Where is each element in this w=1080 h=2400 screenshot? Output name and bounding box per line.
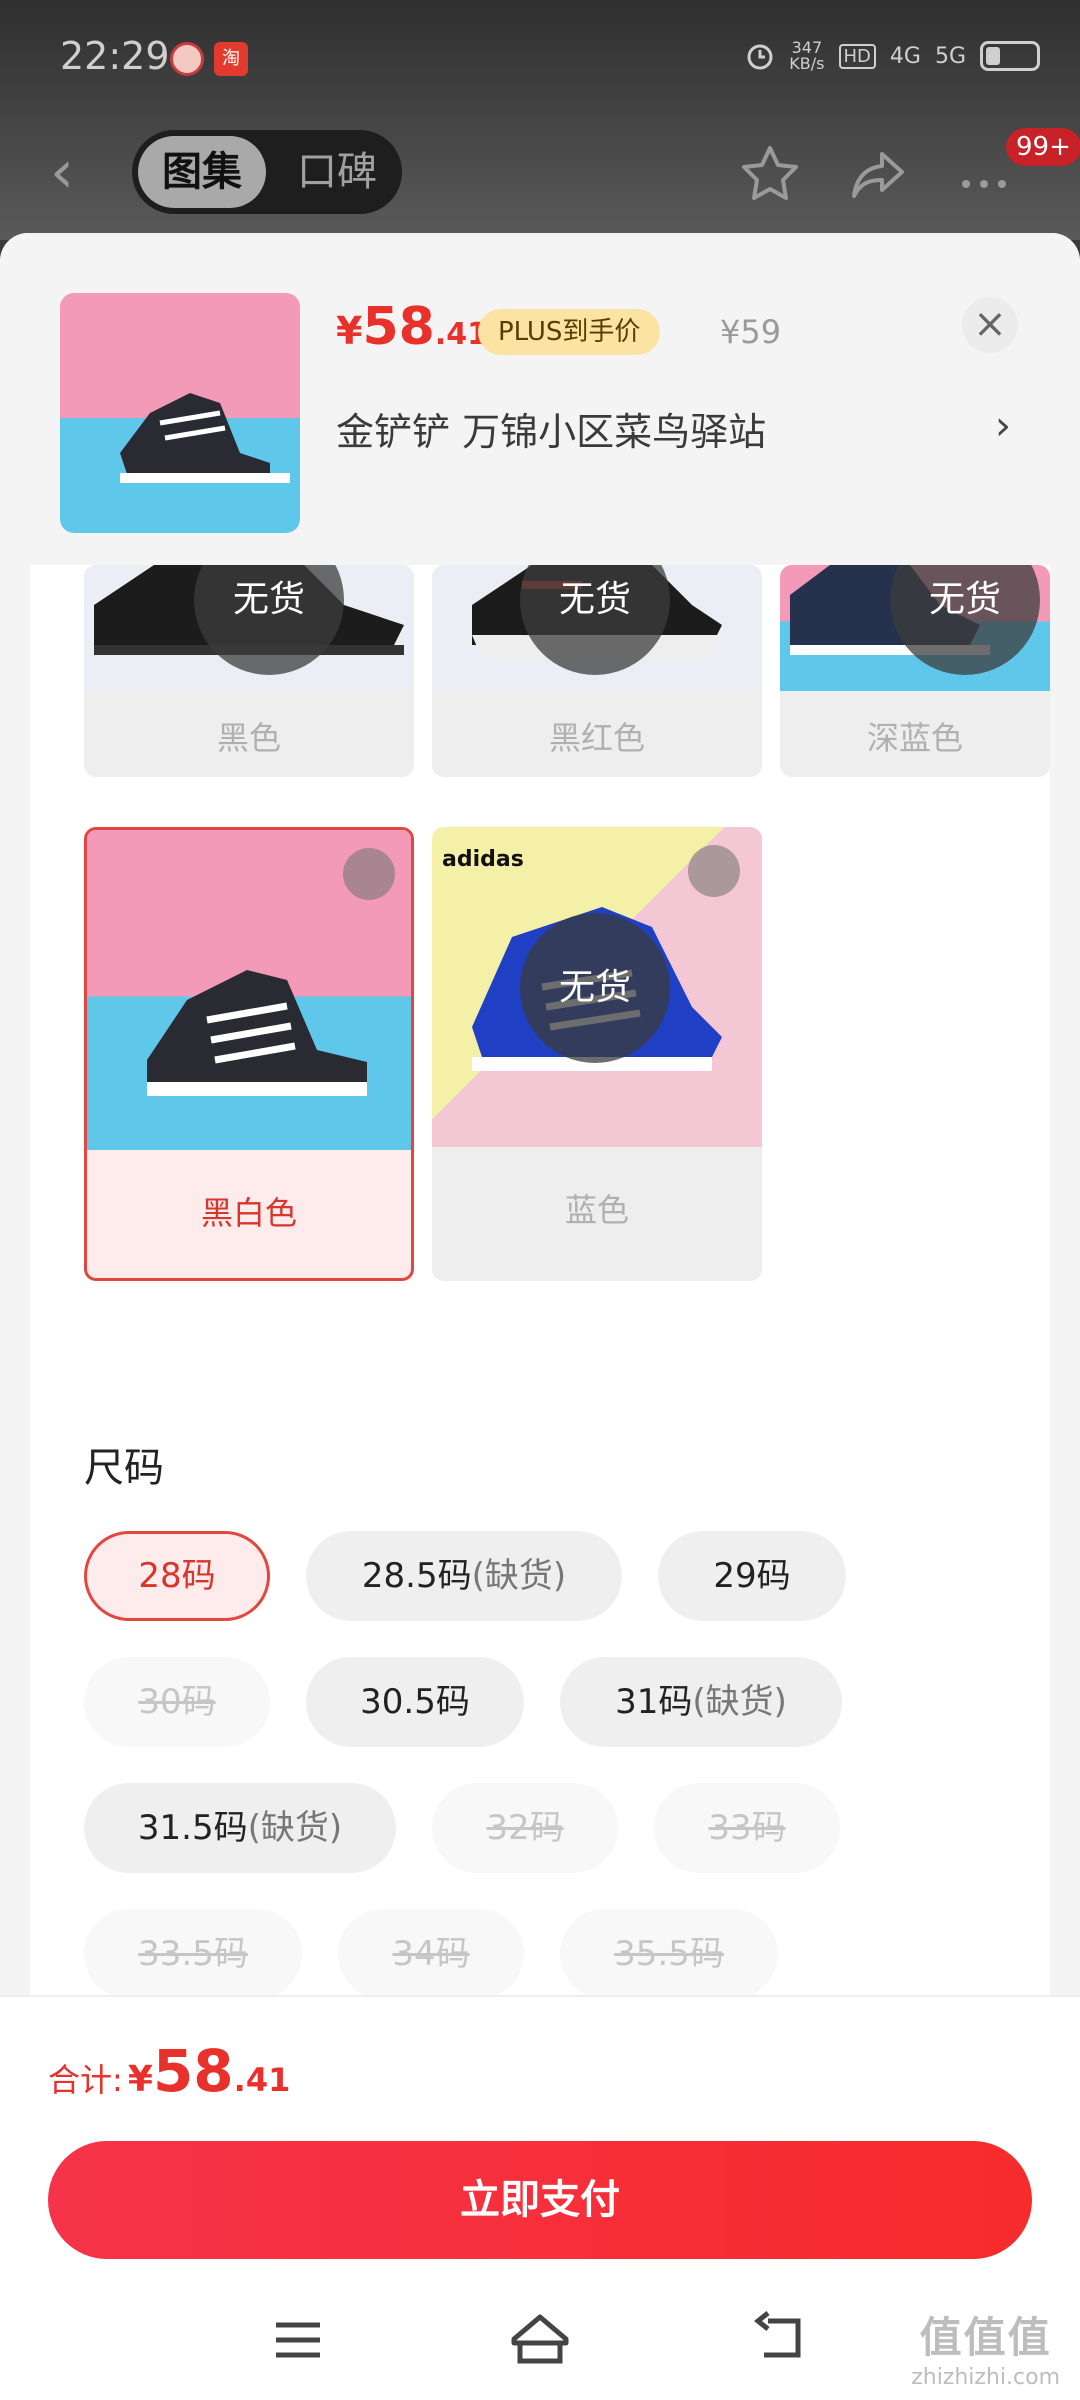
size-chip[interactable]: 31.5码(缺货) (84, 1783, 396, 1873)
color-label: 深蓝色 (866, 719, 963, 757)
size-chip: 33.5码 (84, 1909, 302, 1995)
chevron-right-icon[interactable]: › (995, 403, 1011, 449)
sku-sheet: ¥58.41 PLUS到手价 ¥59 × 金铲铲 万锦小区菜鸟驿站 › 无货 黑… (0, 233, 1080, 2000)
expand-icon[interactable] (688, 845, 740, 897)
network-5g: 5G (934, 43, 966, 69)
clock: 22:29 (60, 34, 170, 78)
status-icons: 347 KB/s HD 4G 5G (745, 40, 1040, 72)
size-chip[interactable]: 28.5码(缺货) (306, 1531, 622, 1621)
color-option-black-white[interactable]: 黑白色 (84, 827, 414, 1281)
battery-icon (980, 41, 1040, 71)
tab-gallery[interactable]: 图集 (138, 136, 266, 208)
tab-reviews[interactable]: 口碑 (282, 136, 392, 208)
network-speed: 347 KB/s (789, 38, 825, 73)
color-option-navy[interactable]: 无货 深蓝色 (780, 565, 1050, 777)
pay-now-button[interactable]: 立即支付 (48, 2141, 1032, 2259)
watermark: 值值值 zhizhizhi.com (911, 2313, 1060, 2390)
color-option-blue[interactable]: adidas 无货 蓝色 (432, 827, 762, 1281)
app-notification-icon (170, 42, 204, 76)
taobao-notification-icon: 淘 (214, 42, 248, 76)
menu-icon[interactable] (268, 2315, 328, 2365)
size-chip: 33码 (654, 1783, 840, 1873)
size-chip: 35.5码 (560, 1909, 778, 1995)
size-chip[interactable]: 28码 (84, 1531, 270, 1621)
shoe-image (120, 393, 290, 483)
size-chip[interactable]: 29码 (658, 1531, 846, 1621)
home-icon[interactable] (508, 2311, 572, 2367)
message-badge: 99+ (1006, 128, 1080, 166)
back-nav-icon[interactable] (750, 2311, 814, 2367)
size-chip: 30码 (84, 1657, 270, 1747)
options-panel: 无货 黑色 无货 黑红色 无货 深蓝色 黑白色 adidas 无货 蓝色 尺码 … (30, 565, 1050, 1995)
size-chip[interactable]: 31码(缺货) (560, 1657, 842, 1747)
color-option-black-red[interactable]: 无货 黑红色 (432, 565, 762, 777)
total-price: 合计: ¥58.41 (48, 2037, 291, 2105)
delivery-address[interactable]: 金铲铲 万锦小区菜鸟驿站 (336, 401, 766, 456)
current-price: ¥58.41 (336, 297, 488, 357)
plus-price-badge: PLUS到手价 (478, 309, 661, 355)
top-nav: ‹ 图集 口碑 (0, 120, 1080, 230)
color-label: 蓝色 (564, 1191, 629, 1229)
color-label: 黑红色 (548, 719, 645, 757)
expand-icon[interactable] (343, 848, 395, 900)
network-4g: 4G (889, 43, 921, 69)
color-label: 黑白色 (200, 1194, 297, 1232)
tab-switcher: 图集 口碑 (132, 130, 402, 214)
system-nav-bar: 值值值 zhizhizhi.com (0, 2275, 1080, 2400)
out-of-stock-mark: 无货 (520, 913, 670, 1063)
adidas-logo: adidas (442, 847, 524, 872)
original-price: ¥59 (720, 313, 782, 351)
share-icon[interactable] (846, 142, 910, 206)
total-bar: 合计: ¥58.41 (0, 1995, 1080, 2125)
back-arrow-icon[interactable]: ‹ (50, 142, 74, 202)
color-option-black[interactable]: 无货 黑色 (84, 565, 414, 777)
star-icon[interactable] (738, 142, 802, 206)
alarm-icon (747, 44, 773, 70)
size-section-title: 尺码 (84, 1445, 164, 1491)
size-chip[interactable]: 30.5码 (306, 1657, 524, 1747)
size-chip: 34码 (338, 1909, 524, 1995)
product-thumbnail[interactable] (60, 293, 300, 533)
sheet-header: ¥58.41 PLUS到手价 ¥59 × 金铲铲 万锦小区菜鸟驿站 › (0, 233, 1080, 565)
close-icon[interactable]: × (962, 297, 1018, 353)
size-chip: 32码 (432, 1783, 618, 1873)
hd-icon: HD (838, 43, 876, 69)
pay-bar: 立即支付 (0, 2125, 1080, 2275)
color-label: 黑色 (216, 719, 281, 757)
status-bar: 22:29 淘 347 KB/s HD 4G 5G (0, 0, 1080, 120)
